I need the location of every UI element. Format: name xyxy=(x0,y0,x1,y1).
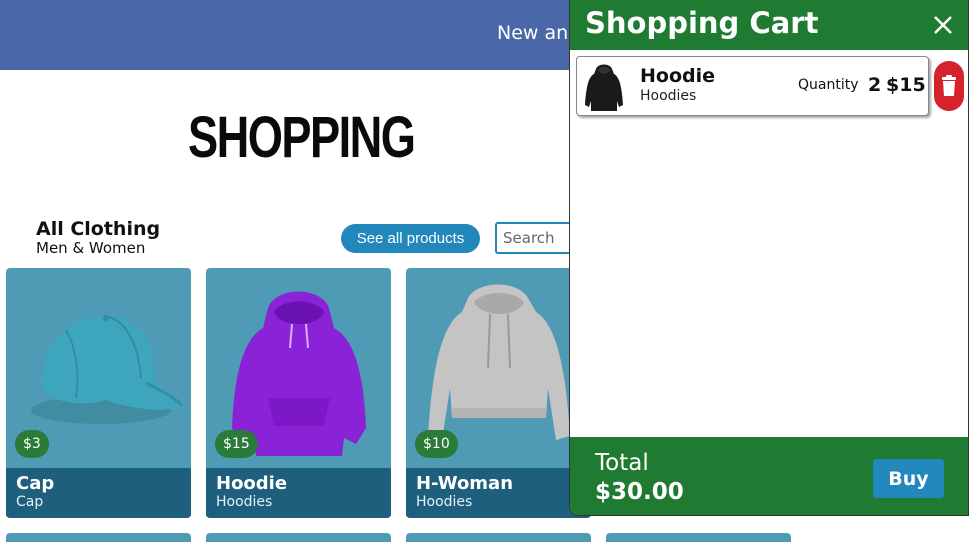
total-value: $30.00 xyxy=(595,479,684,505)
card-caption: H-Woman Hoodies xyxy=(406,468,591,518)
card-caption: Cap Cap xyxy=(6,468,191,518)
product-category: Cap xyxy=(16,494,44,510)
black-hoodie-icon xyxy=(584,61,624,113)
product-card-partial[interactable] xyxy=(606,533,791,542)
product-card[interactable]: $3 Cap Cap xyxy=(6,268,191,518)
cart-item-quantity: 2 xyxy=(868,74,882,96)
price-badge: $15 xyxy=(215,430,258,458)
product-category: Hoodies xyxy=(416,494,473,510)
close-cart-button[interactable] xyxy=(928,10,958,40)
cart-item-category: Hoodies xyxy=(640,88,697,104)
remove-item-button[interactable] xyxy=(934,61,964,111)
price-badge: $3 xyxy=(15,430,49,458)
cart-title: Shopping Cart xyxy=(585,6,819,40)
product-name: H-Woman xyxy=(416,473,514,494)
product-name: Cap xyxy=(16,473,55,494)
trash-icon xyxy=(942,75,956,96)
see-all-products-button[interactable]: See all products xyxy=(341,224,480,253)
product-name: Hoodie xyxy=(216,473,288,494)
page-title: SHOPPING xyxy=(188,105,416,170)
close-icon xyxy=(934,16,952,34)
cart-item-name: Hoodie xyxy=(640,65,716,87)
buy-button[interactable]: Buy xyxy=(873,459,944,498)
product-card[interactable]: $15 Hoodie Hoodies xyxy=(206,268,391,518)
banner-text: New and xyxy=(497,22,581,44)
cart-header: Shopping Cart xyxy=(570,0,968,50)
product-card-partial[interactable] xyxy=(406,533,591,542)
section-title: All Clothing xyxy=(36,218,161,240)
price-badge: $10 xyxy=(415,430,458,458)
product-card-partial[interactable] xyxy=(6,533,191,542)
product-card-partial[interactable] xyxy=(206,533,391,542)
cart-item: Hoodie Hoodies Quantity 2 $15 xyxy=(576,56,929,116)
cart-footer: Total $30.00 Buy xyxy=(570,437,968,515)
shopping-cart-panel: Shopping Cart Hoodie Hoodies Quantity 2 … xyxy=(569,0,969,516)
product-card[interactable]: $10 H-Woman Hoodies xyxy=(406,268,591,518)
total-label: Total xyxy=(595,450,649,476)
cart-item-price: $15 xyxy=(886,74,926,96)
card-caption: Hoodie Hoodies xyxy=(206,468,391,518)
section-subtitle: Men & Women xyxy=(36,239,146,257)
quantity-label: Quantity xyxy=(798,77,859,93)
product-category: Hoodies xyxy=(216,494,273,510)
